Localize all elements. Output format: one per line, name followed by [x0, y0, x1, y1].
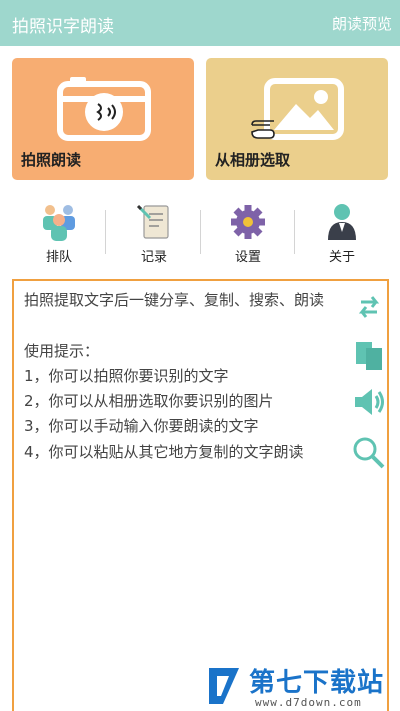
share-icon[interactable]	[352, 290, 386, 324]
search-icon[interactable]	[352, 436, 386, 470]
nav-settings[interactable]: 设置	[198, 198, 298, 268]
watermark: 第七下载站 www.d7down.com	[205, 662, 395, 710]
album-select-label: 从相册选取	[215, 151, 291, 169]
app-title: 拍照识字朗读	[12, 17, 114, 37]
nav-record-label: 记录	[140, 250, 167, 265]
nav-queue[interactable]: 排队	[9, 198, 109, 268]
camera-icon	[57, 77, 151, 141]
copy-icon[interactable]	[354, 338, 386, 372]
watermark-brand: 第七下载站	[249, 668, 385, 698]
read-preview-button[interactable]: 朗读预览	[332, 13, 392, 34]
nav-about-label: 关于	[328, 250, 355, 265]
camera-read-card[interactable]: 拍照朗读	[12, 58, 194, 180]
text-input-area[interactable]: 拍照提取文字后一键分享、复制、搜索、朗读 使用提示： 1，你可以拍照你要识别的文…	[12, 279, 389, 711]
top-bar: 拍照识字朗读 朗读预览	[0, 0, 400, 46]
record-icon	[136, 204, 169, 239]
watermark-logo-icon	[209, 668, 239, 704]
gear-icon	[231, 205, 265, 239]
watermark-url: www.d7down.com	[255, 696, 362, 709]
tips-title: 使用提示：	[24, 342, 100, 360]
album-select-card[interactable]: 从相册选取	[206, 58, 388, 180]
intro-text: 拍照提取文字后一键分享、复制、搜索、朗读	[24, 291, 325, 309]
speaker-icon[interactable]	[352, 385, 386, 419]
tip-line: 2，你可以从相册选取你要识别的图片	[24, 392, 274, 410]
nav-about[interactable]: 关于	[292, 198, 392, 268]
people-icon	[43, 205, 75, 241]
tip-line: 4，你可以粘贴从其它地方复制的文字朗读	[24, 443, 304, 461]
nav-settings-label: 设置	[234, 250, 261, 265]
nav-record[interactable]: 记录	[104, 198, 204, 268]
tip-line: 3，你可以手动输入你要朗读的文字	[24, 417, 259, 435]
nav-queue-label: 排队	[45, 250, 72, 265]
person-icon	[328, 204, 356, 240]
camera-read-label: 拍照朗读	[21, 151, 82, 169]
tip-line: 1，你可以拍照你要识别的文字	[24, 367, 229, 385]
hand-pointer-icon	[251, 120, 275, 139]
